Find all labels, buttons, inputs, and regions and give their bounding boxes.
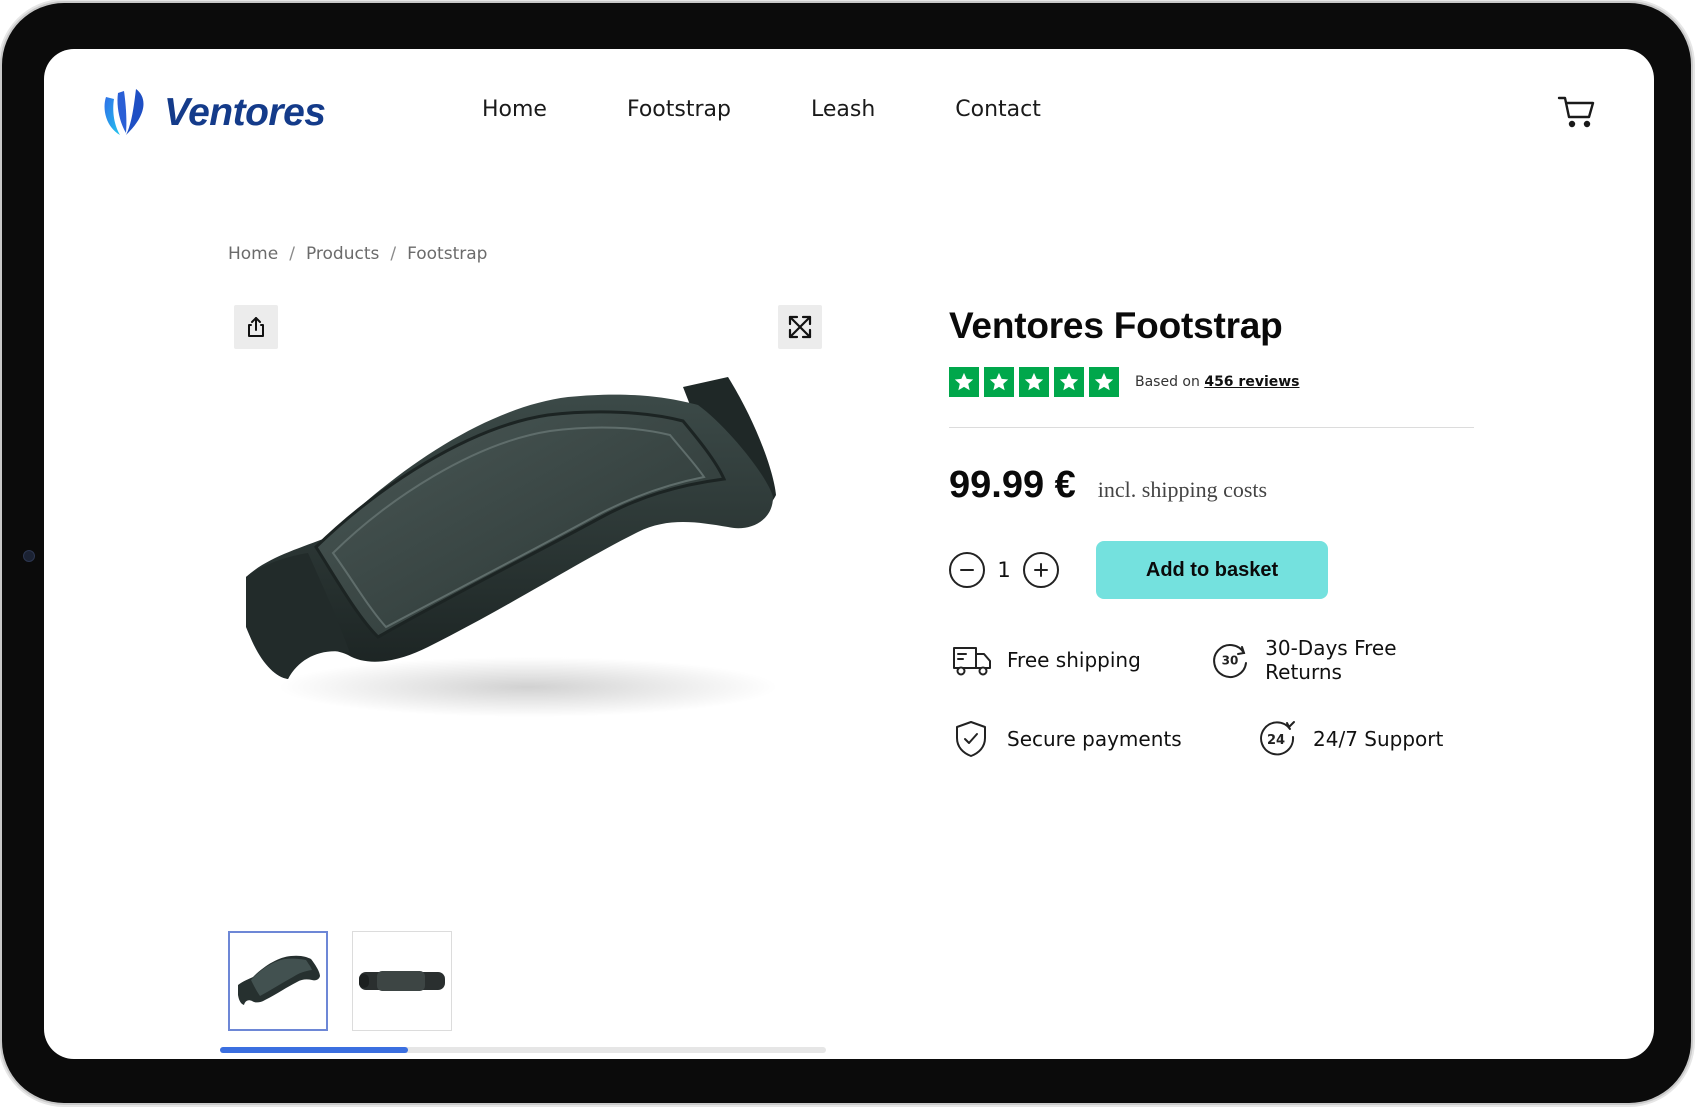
footstrap-product-image	[246, 377, 778, 717]
star-rating	[949, 367, 1119, 397]
breadcrumb-separator: /	[289, 244, 295, 264]
share-button[interactable]	[234, 305, 278, 349]
plus-icon	[1034, 563, 1048, 577]
add-to-basket-button[interactable]: Add to basket	[1096, 541, 1328, 599]
purchase-controls: 1 Add to basket	[949, 541, 1474, 599]
browser-screen: Ventores Home Footstrap Leash Contact Ho…	[44, 49, 1654, 1059]
breadcrumb: Home / Products / Footstrap	[228, 244, 487, 264]
feature-free-shipping: Free shipping	[949, 638, 1208, 682]
star-icon	[984, 367, 1014, 397]
thumbnail-side-view[interactable]	[352, 931, 452, 1031]
feature-row: Secure payments 24 24/7 Support	[949, 718, 1474, 760]
shield-check-icon	[949, 717, 993, 761]
price-note: incl. shipping costs	[1097, 477, 1268, 502]
reviews-prefix: Based on	[1135, 374, 1200, 390]
feature-label: 24/7 Support	[1313, 727, 1444, 751]
footstrap-thumbnail-image	[238, 955, 320, 1005]
divider	[949, 427, 1474, 428]
shopping-cart-icon	[1557, 96, 1595, 128]
tablet-frame: Ventores Home Footstrap Leash Contact Ho…	[2, 3, 1691, 1103]
price-row: 99.99 € incl. shipping costs	[949, 464, 1474, 507]
minus-icon	[960, 569, 974, 571]
support-icon-number: 24	[1267, 733, 1285, 748]
front-camera	[23, 550, 35, 562]
footstrap-side-thumbnail-image	[359, 971, 445, 991]
product-title: Ventores Footstrap	[949, 305, 1283, 346]
nav-item-home[interactable]: Home	[482, 97, 547, 122]
30-day-return-icon: 30	[1208, 638, 1251, 682]
quantity-decrease-button[interactable]	[949, 552, 985, 588]
nav-item-footstrap[interactable]: Footstrap	[627, 97, 731, 122]
feature-support: 24 24/7 Support	[1255, 717, 1443, 761]
feature-label: 30-Days Free Returns	[1265, 636, 1397, 684]
product-gallery	[220, 305, 833, 1053]
cart-button[interactable]	[1556, 91, 1596, 131]
nav-item-contact[interactable]: Contact	[955, 97, 1041, 122]
star-icon	[1089, 367, 1119, 397]
brand-logo[interactable]: Ventores	[100, 87, 326, 139]
breadcrumb-footstrap: Footstrap	[407, 244, 488, 264]
star-icon	[1054, 367, 1084, 397]
feature-secure-payments: Secure payments	[949, 717, 1255, 761]
star-icon	[1019, 367, 1049, 397]
delivery-truck-icon	[949, 638, 993, 682]
gallery-scrollbar[interactable]	[220, 1047, 826, 1053]
24-7-support-icon: 24	[1255, 717, 1299, 761]
feature-free-returns: 30 30-Days Free Returns	[1208, 636, 1474, 684]
quantity-increase-button[interactable]	[1023, 552, 1059, 588]
reviews-link[interactable]: 456 reviews	[1204, 374, 1299, 390]
gallery-scrollbar-thumb[interactable]	[220, 1047, 408, 1053]
thumbnail-angle-view[interactable]	[228, 931, 328, 1031]
thumbnail-strip	[228, 931, 452, 1031]
return-icon-number: 30	[1221, 654, 1238, 668]
quantity-value[interactable]: 1	[985, 558, 1023, 582]
main-nav: Home Footstrap Leash Contact	[482, 97, 1121, 122]
nav-item-leash[interactable]: Leash	[811, 97, 875, 122]
breadcrumb-home[interactable]: Home	[228, 244, 278, 264]
share-icon	[248, 317, 264, 337]
rating-row: Based on 456 reviews	[949, 367, 1474, 397]
expand-icon	[788, 315, 812, 339]
product-price: 99.99 €	[949, 464, 1076, 506]
breadcrumb-separator: /	[390, 244, 397, 264]
reviews-summary: Based on 456 reviews	[1135, 374, 1300, 390]
feature-list: Free shipping 30 30-Days Free Returns Se…	[949, 636, 1474, 760]
star-icon	[949, 367, 979, 397]
feature-row: Free shipping 30 30-Days Free Returns	[949, 636, 1474, 684]
feature-label: Secure payments	[1007, 727, 1182, 751]
breadcrumb-products[interactable]: Products	[306, 244, 379, 264]
feature-label: Free shipping	[1007, 648, 1141, 672]
expand-button[interactable]	[778, 305, 822, 349]
ventores-logo-icon	[104, 89, 144, 135]
product-info: Ventores Footstrap Based on 456 reviews …	[949, 305, 1474, 797]
brand-name: Ventores	[164, 91, 326, 134]
